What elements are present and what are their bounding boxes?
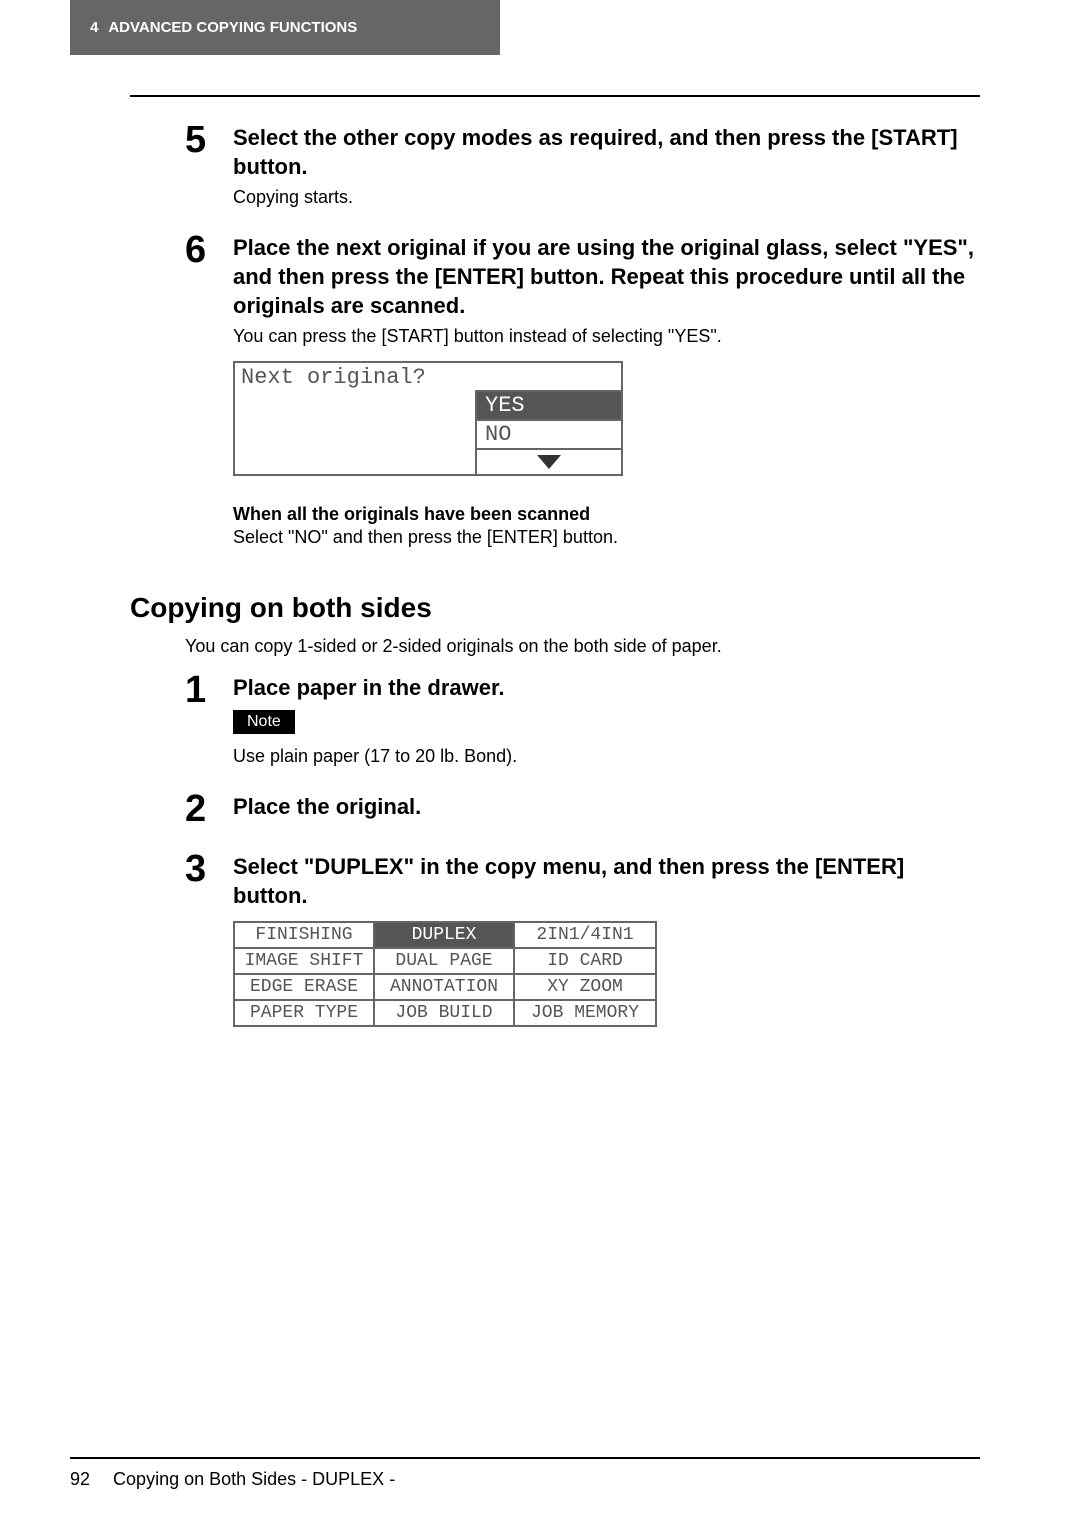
- scanned-text: Select "NO" and then press the [ENTER] b…: [233, 527, 980, 548]
- option-no: NO: [475, 419, 621, 448]
- step-text: Copying starts.: [233, 185, 980, 209]
- step-2: 2 Place the original.: [185, 790, 980, 828]
- chevron-down-icon: [537, 455, 561, 469]
- menu-cell: IMAGE SHIFT: [235, 949, 375, 975]
- step-number: 2: [185, 790, 221, 828]
- section-title: Copying on both sides: [130, 592, 980, 624]
- menu-cell: JOB BUILD: [375, 1001, 515, 1025]
- step-5: 5 Select the other copy modes as require…: [185, 121, 980, 209]
- note-text: Use plain paper (17 to 20 lb. Bond).: [233, 744, 980, 768]
- step-body: Place the original.: [233, 790, 980, 822]
- top-rule: [130, 95, 980, 97]
- footer-text: 92 Copying on Both Sides - DUPLEX -: [70, 1469, 980, 1490]
- menu-cell: PAPER TYPE: [235, 1001, 375, 1025]
- step-title: Place the original.: [233, 793, 980, 822]
- lcd-panel: Next original? YES NO: [233, 361, 623, 476]
- page-content: 5 Select the other copy modes as require…: [130, 95, 980, 1049]
- menu-cell: 2IN1/4IN1: [515, 923, 655, 949]
- step-body: Select the other copy modes as required,…: [233, 121, 980, 209]
- menu-cell: XY ZOOM: [515, 975, 655, 1001]
- menu-cell: ID CARD: [515, 949, 655, 975]
- chapter-number: 4: [90, 19, 98, 36]
- section-intro: You can copy 1-sided or 2-sided original…: [185, 636, 980, 657]
- step-1: 1 Place paper in the drawer. Note Use pl…: [185, 671, 980, 769]
- menu-cell: ANNOTATION: [375, 975, 515, 1001]
- step-number: 1: [185, 671, 221, 709]
- chapter-header: 4 ADVANCED COPYING FUNCTIONS: [70, 0, 500, 55]
- step-number: 6: [185, 231, 221, 269]
- step-title: Select "DUPLEX" in the copy menu, and th…: [233, 853, 980, 910]
- step-title: Place paper in the drawer.: [233, 674, 980, 703]
- scanned-heading: When all the originals have been scanned: [233, 504, 980, 525]
- menu-cell: EDGE ERASE: [235, 975, 375, 1001]
- page-footer: 92 Copying on Both Sides - DUPLEX -: [70, 1457, 980, 1490]
- menu-cell: JOB MEMORY: [515, 1001, 655, 1025]
- footer-caption: Copying on Both Sides - DUPLEX -: [113, 1469, 395, 1489]
- step-body: Place paper in the drawer. Note Use plai…: [233, 671, 980, 769]
- step-6: 6 Place the next original if you are usi…: [185, 231, 980, 547]
- footer-rule: [70, 1457, 980, 1459]
- step-3: 3 Select "DUPLEX" in the copy menu, and …: [185, 850, 980, 1026]
- page-number: 92: [70, 1469, 90, 1489]
- step-body: Select "DUPLEX" in the copy menu, and th…: [233, 850, 980, 1026]
- step-number: 3: [185, 850, 221, 888]
- step-text: You can press the [START] button instead…: [233, 324, 980, 348]
- step-body: Place the next original if you are using…: [233, 231, 980, 547]
- menu-cell: DUAL PAGE: [375, 949, 515, 975]
- step-title: Place the next original if you are using…: [233, 234, 980, 320]
- menu-cell: FINISHING: [235, 923, 375, 949]
- chapter-title: ADVANCED COPYING FUNCTIONS: [108, 19, 357, 36]
- lcd-prompt: Next original?: [235, 363, 621, 390]
- down-arrow-cell: [475, 448, 621, 474]
- lcd-display: Next original? YES NO: [233, 361, 980, 476]
- step-number: 5: [185, 121, 221, 159]
- step-title: Select the other copy modes as required,…: [233, 124, 980, 181]
- copy-menu-grid: FINISHINGDUPLEX2IN1/4IN1 IMAGE SHIFTDUAL …: [233, 921, 657, 1027]
- option-yes: YES: [475, 390, 621, 419]
- note-label: Note: [233, 710, 295, 734]
- menu-cell: DUPLEX: [375, 923, 515, 949]
